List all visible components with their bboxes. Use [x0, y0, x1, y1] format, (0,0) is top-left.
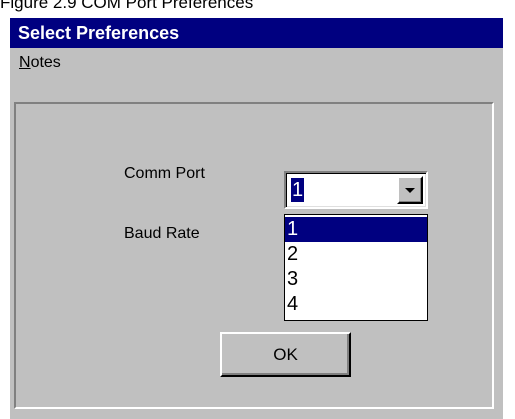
- comm-port-label: Comm Port: [124, 165, 205, 182]
- chevron-down-icon: [405, 188, 415, 193]
- ok-button[interactable]: OK: [220, 332, 351, 377]
- comm-port-option[interactable]: 4: [285, 292, 427, 317]
- menu-notes[interactable]: Notes: [16, 53, 64, 73]
- figure-caption: Figure 2.9 COM Port Preferences: [0, 0, 254, 12]
- comm-port-option[interactable]: 1: [285, 217, 427, 242]
- menu-notes-label: otes: [30, 54, 61, 71]
- title-bar: Select Preferences: [10, 18, 503, 48]
- comm-port-value: 1: [291, 178, 305, 202]
- comm-port-dropdown-button[interactable]: [397, 176, 423, 204]
- comm-port-option[interactable]: 2: [285, 242, 427, 267]
- comm-port-dropdown[interactable]: 1: [284, 171, 428, 209]
- baud-rate-label: Baud Rate: [124, 225, 200, 242]
- preferences-dialog: Select Preferences Notes Comm Port Baud …: [10, 18, 503, 419]
- menu-bar: Notes: [10, 48, 503, 78]
- comm-port-option[interactable]: 3: [285, 267, 427, 292]
- comm-port-options-list[interactable]: 1 2 3 4: [284, 214, 428, 321]
- menu-notes-mnemonic: N: [19, 54, 31, 71]
